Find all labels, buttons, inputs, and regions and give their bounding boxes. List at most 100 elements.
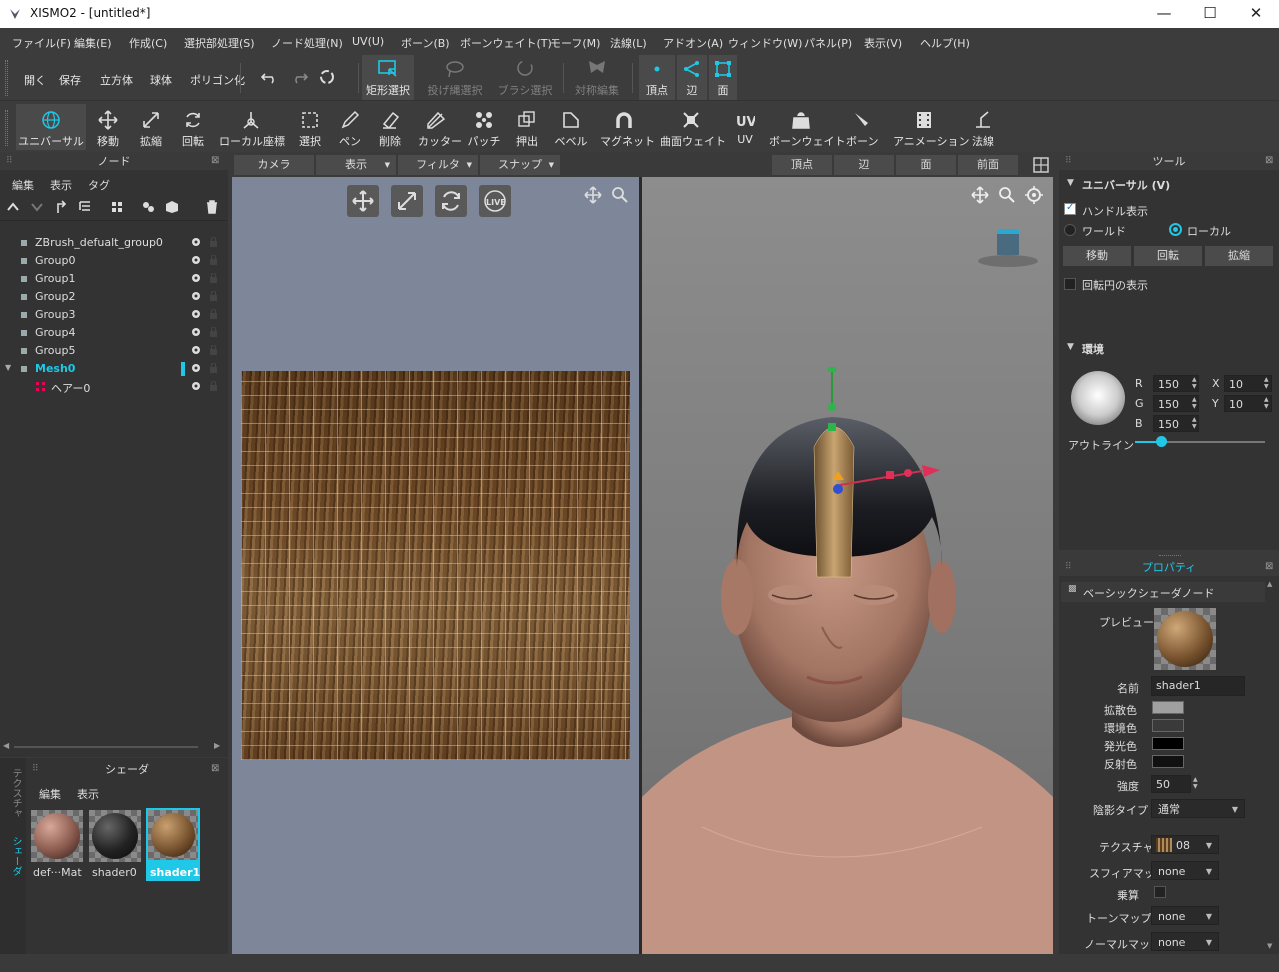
eye-icon[interactable] — [191, 309, 201, 319]
menu-view[interactable]: 表示(V) — [864, 35, 902, 51]
cutter-tool[interactable]: カッター — [418, 104, 462, 150]
snap-dropdown[interactable]: スナップ ▼ — [480, 155, 560, 175]
box-icon[interactable] — [165, 200, 179, 214]
menu-morph[interactable]: モーフ(M) — [550, 35, 600, 51]
menu-file[interactable]: ファイル(F) — [12, 35, 71, 51]
grid-icon[interactable] — [110, 200, 124, 214]
node-menu-tag[interactable]: タグ — [88, 177, 110, 193]
close-button[interactable]: ✕ — [1233, 0, 1279, 28]
scale-tool[interactable]: 拡縮 — [135, 104, 167, 150]
spinner-icon[interactable]: ▲ ▼ — [1192, 416, 1197, 430]
curve-weight-tool[interactable]: 曲面ウェイト — [660, 104, 726, 150]
tree-row-group3[interactable]: Group3 — [0, 306, 224, 324]
3d-viewport[interactable] — [642, 177, 1053, 954]
menu-panel[interactable]: パネル(P) — [804, 35, 852, 51]
recycle-icon[interactable] — [318, 68, 336, 86]
eye-icon[interactable] — [191, 363, 201, 373]
handle-display-checkbox[interactable]: ✓ — [1064, 202, 1076, 215]
move-tool[interactable]: 移動 — [92, 104, 124, 150]
rotation-circle-checkbox[interactable] — [1064, 278, 1076, 290]
tab-shader[interactable]: シェーダ — [8, 836, 23, 876]
menu-normal[interactable]: 法線(L) — [610, 35, 647, 51]
toolbar-grip[interactable] — [5, 60, 8, 96]
front-view-button[interactable]: 前面 — [958, 155, 1018, 175]
emissive-color-swatch[interactable] — [1152, 737, 1184, 750]
edge-view-button[interactable]: 辺 — [834, 155, 894, 175]
view-cube-icon[interactable] — [976, 223, 1040, 269]
filter-dropdown[interactable]: フィルタ ▼ — [398, 155, 478, 175]
uv-move-button[interactable] — [347, 185, 379, 217]
save-button[interactable]: 保存 — [59, 72, 81, 88]
hierarchy-icon[interactable] — [78, 200, 92, 214]
panel-grip-icon[interactable]: ⠿ — [6, 156, 13, 166]
name-field[interactable]: shader1 — [1151, 676, 1245, 696]
local-radio[interactable] — [1169, 223, 1182, 236]
edge-mode-tool[interactable]: 辺 — [677, 55, 707, 100]
trash-icon[interactable] — [206, 200, 218, 214]
shader-menu-view[interactable]: 表示 — [77, 786, 99, 802]
tool-rotate-button[interactable]: 回転 — [1134, 246, 1202, 266]
undo-icon[interactable] — [261, 70, 279, 84]
tool-move-button[interactable]: 移動 — [1063, 246, 1131, 266]
rotate-tool[interactable]: 回転 — [177, 104, 209, 150]
diffuse-color-swatch[interactable] — [1152, 701, 1184, 714]
panel-grip-icon[interactable]: ⠿ — [1065, 562, 1072, 572]
outline-slider-handle[interactable] — [1156, 436, 1167, 447]
lasso-select-tool[interactable]: 投げ縄選択 — [426, 55, 484, 100]
tree-row-group2[interactable]: Group2 — [0, 288, 224, 306]
lock-icon[interactable] — [209, 237, 218, 247]
lock-icon[interactable] — [209, 381, 218, 391]
move-down-icon[interactable] — [30, 201, 44, 213]
collapse-arrow-icon[interactable]: ▼ — [1067, 342, 1074, 352]
world-radio[interactable] — [1064, 224, 1076, 236]
rect-select-tool[interactable]: 矩形選択 — [362, 55, 414, 100]
orbit-icon[interactable] — [1025, 186, 1043, 204]
scroll-down-icon[interactable]: ▼ — [1267, 942, 1272, 950]
panel-grip-icon[interactable]: ⠿ — [32, 764, 39, 774]
bone-weight-tool[interactable]: ボーンウェイト — [769, 104, 845, 150]
bevel-tool[interactable]: ベベル — [554, 104, 588, 150]
local-coords-tool[interactable]: ローカル座標 — [219, 104, 285, 150]
shader-item-shader0[interactable]: shader0 — [89, 810, 141, 880]
env-light-sphere[interactable] — [1071, 371, 1125, 425]
select-tool[interactable]: 選択 — [294, 104, 326, 150]
maximize-button[interactable]: ☐ — [1187, 0, 1233, 28]
tree-row-group1[interactable]: Group1 — [0, 270, 224, 288]
universal-tool[interactable]: ユニバーサル — [16, 104, 86, 150]
texture-dropdown[interactable]: 08 ▼ — [1151, 835, 1219, 854]
tree-row-zbrush[interactable]: ZBrush_defualt_group0 — [0, 234, 224, 252]
eye-icon[interactable] — [191, 237, 201, 247]
toolbar-grip[interactable] — [5, 110, 8, 146]
tree-row-group5[interactable]: Group5 — [0, 342, 224, 360]
shader-menu-edit[interactable]: 編集 — [39, 786, 61, 802]
menu-boneweight[interactable]: ボーンウェイト(T) — [460, 35, 552, 51]
spinner-icon[interactable]: ▲ ▼ — [1264, 396, 1269, 410]
menu-node[interactable]: ノード処理(N) — [271, 35, 343, 51]
spinner-icon[interactable]: ▲ ▼ — [1192, 396, 1197, 410]
node-h-scrollbar[interactable]: ◀ ▶ — [0, 741, 224, 753]
menu-selection[interactable]: 選択部処理(S) — [184, 35, 255, 51]
magnet-tool[interactable]: マグネット — [600, 104, 655, 150]
tree-row-hair0[interactable]: ヘアー0 — [0, 378, 224, 396]
spinner-icon[interactable]: ▲ ▼ — [1193, 776, 1198, 790]
eye-icon[interactable] — [191, 327, 201, 337]
uv-viewport[interactable]: LIVE — [232, 177, 639, 954]
open-button[interactable]: 開く — [24, 72, 46, 88]
face-view-button[interactable]: 面 — [896, 155, 956, 175]
zoom-icon[interactable] — [998, 186, 1016, 204]
menu-window[interactable]: ウィンドウ(W) — [728, 35, 802, 51]
shader-item-shader1[interactable]: shader1 — [146, 808, 200, 881]
panel-grip-icon[interactable]: ⠿ — [1065, 156, 1072, 166]
extrude-tool[interactable]: 押出 — [511, 104, 543, 150]
polygonize-button[interactable]: ポリゴン化 — [190, 72, 245, 88]
menu-uv[interactable]: UV(U) — [352, 35, 384, 48]
cube-button[interactable]: 立方体 — [100, 72, 133, 88]
uv-rotate-button[interactable] — [435, 185, 467, 217]
close-icon[interactable]: ⊠ — [211, 155, 219, 166]
brush-select-tool[interactable]: ブラシ選択 — [496, 55, 554, 100]
tree-row-group0[interactable]: Group0 — [0, 252, 224, 270]
lock-icon[interactable] — [209, 291, 218, 301]
normal-map-dropdown[interactable]: none ▼ — [1151, 932, 1219, 951]
scroll-right-icon[interactable]: ▶ — [214, 741, 220, 750]
menu-help[interactable]: ヘルプ(H) — [920, 35, 970, 51]
